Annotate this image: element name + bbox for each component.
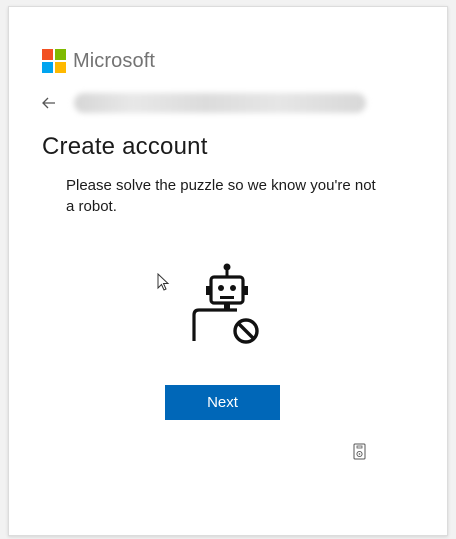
microsoft-logo-icon — [42, 49, 66, 73]
account-identity-row — [42, 93, 366, 113]
next-button[interactable]: Next — [165, 385, 280, 420]
microsoft-logo: Microsoft — [42, 49, 155, 73]
account-email — [74, 93, 366, 113]
audio-challenge-icon[interactable] — [353, 443, 366, 460]
blocked-icon — [233, 318, 259, 344]
back-arrow-icon[interactable] — [42, 94, 60, 112]
signup-card: Microsoft Create account Please solve th… — [8, 6, 448, 536]
puzzle-instructions: Please solve the puzzle so we know you'r… — [66, 177, 376, 215]
mouse-cursor-icon — [157, 273, 170, 291]
brand-name: Microsoft — [73, 49, 156, 72]
page-title: Create account — [42, 133, 208, 160]
robot-icon — [192, 263, 259, 344]
